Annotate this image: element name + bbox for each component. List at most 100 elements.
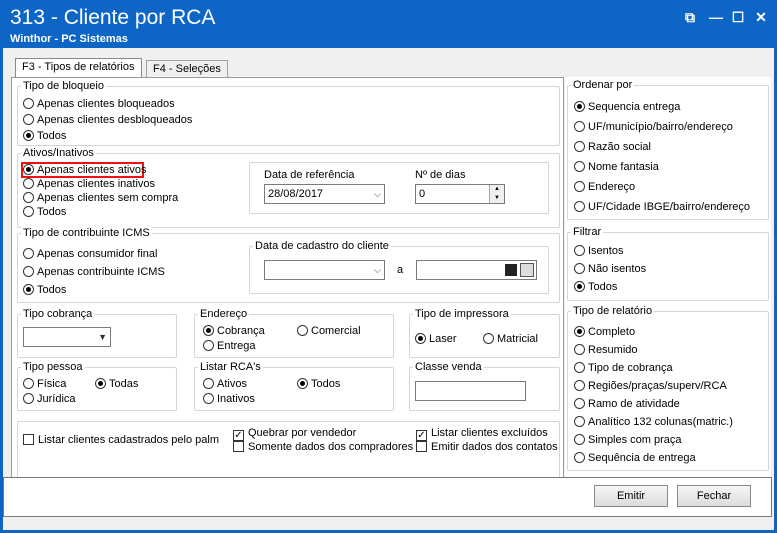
- window-subtitle: Winthor - PC Sistemas: [10, 33, 128, 45]
- group-listar-rcas: Listar RCA's Ativos Todos Inativos: [194, 361, 394, 411]
- restore-icon[interactable]: ⧉: [680, 8, 700, 26]
- radio-rca-inativos[interactable]: Inativos: [203, 393, 255, 406]
- spinner-icon: ▲ ▼: [489, 185, 504, 203]
- classe-venda-input[interactable]: [415, 381, 526, 401]
- right-panel: Ordenar por Sequencia entrega UF/municíp…: [565, 77, 771, 484]
- dropdown-icon: [505, 264, 517, 276]
- radio-bloqueio-todos[interactable]: Todos: [23, 130, 66, 143]
- group-title: Endereço: [198, 308, 250, 320]
- check-quebrar-vendedor[interactable]: ✓ Quebrar por vendedor: [233, 427, 356, 441]
- group-ativos-inativos: Ativos/Inativos Apenas clientes ativos A…: [17, 147, 560, 228]
- num-dias-label: Nº de dias: [415, 169, 466, 181]
- close-button[interactable]: ✕: [751, 8, 771, 26]
- group-filtrar: Filtrar Isentos Não isentos Todos: [567, 226, 769, 301]
- radio-pessoa-todas[interactable]: Todas: [95, 378, 138, 391]
- radio-consumidor-final[interactable]: Apenas consumidor final: [23, 248, 157, 261]
- window-title: 313 - Cliente por RCA: [10, 6, 216, 29]
- radio-rca-todos[interactable]: Todos: [297, 378, 340, 391]
- data-ref-label: Data de referência: [264, 169, 355, 181]
- check-palm[interactable]: Listar clientes cadastrados pelo palm: [23, 434, 219, 447]
- group-tipo-cobranca: Tipo cobrança ▼: [17, 308, 177, 358]
- group-icms: Tipo de contribuinte ICMS Apenas consumi…: [17, 227, 560, 303]
- radio-fisica[interactable]: Física: [23, 378, 66, 391]
- group-title: Data de cadastro do cliente: [253, 240, 391, 252]
- radio-analitico[interactable]: Analítico 132 colunas(matric.): [574, 416, 733, 429]
- radio-icms-todos[interactable]: Todos: [23, 284, 66, 297]
- group-classe-venda: Classe venda: [409, 361, 560, 411]
- chevron-down-icon: ⌵: [374, 189, 381, 199]
- check-dados-compradores[interactable]: Somente dados dos compradores: [233, 441, 413, 454]
- group-datas: Data de referência 28/08/2017 ⌵ Nº de dia…: [249, 162, 549, 214]
- radio-rca-ativos[interactable]: Ativos: [203, 378, 247, 391]
- tab-panel: Tipo de bloqueio Apenas clientes bloquea…: [11, 77, 564, 484]
- radio-nao-isentos[interactable]: Não isentos: [574, 263, 646, 276]
- radio-seq-entrega[interactable]: Sequencia entrega: [574, 101, 680, 114]
- data-ref-field[interactable]: 28/08/2017 ⌵: [264, 184, 385, 204]
- group-title: Listar RCA's: [198, 361, 263, 373]
- radio-juridica[interactable]: Jurídica: [23, 393, 76, 406]
- radio-uf-municipio[interactable]: UF/município/bairro/endereço: [574, 121, 733, 134]
- minimize-button[interactable]: —: [706, 8, 726, 26]
- radio-simples-praca[interactable]: Simples com praça: [574, 434, 682, 447]
- check-contatos[interactable]: Emitir dados dos contatos: [416, 441, 558, 454]
- radio-isentos[interactable]: Isentos: [574, 245, 623, 258]
- group-title: Classe venda: [413, 361, 484, 373]
- emitir-button[interactable]: Emitir: [594, 485, 668, 507]
- radio-resumido[interactable]: Resumido: [574, 344, 638, 357]
- cobranca-select[interactable]: ▼: [23, 327, 111, 347]
- radio-entrega[interactable]: Entrega: [203, 340, 256, 353]
- radio-cobranca[interactable]: Cobrança: [203, 325, 265, 338]
- radio-sequencia-entrega[interactable]: Sequência de entrega: [574, 452, 696, 465]
- radio-comercial[interactable]: Comercial: [297, 325, 361, 338]
- radio-sem-compra[interactable]: Apenas clientes sem compra: [23, 192, 178, 205]
- calendar-icon: [520, 263, 534, 277]
- radio-endereco-ord[interactable]: Endereço: [574, 181, 635, 194]
- group-tipo-relatorio: Tipo de relatório Completo Resumido Tipo…: [567, 305, 769, 471]
- data-cad-inicio[interactable]: ⌵: [264, 260, 385, 280]
- maximize-button[interactable]: ☐: [728, 8, 748, 26]
- group-title: Tipo de relatório: [571, 305, 655, 317]
- group-ordenar: Ordenar por Sequencia entrega UF/municíp…: [567, 79, 769, 220]
- radio-razao-social[interactable]: Razão social: [574, 141, 651, 154]
- group-title: Ordenar por: [571, 79, 635, 91]
- tab-tipos-relatorios[interactable]: F3 - Tipos de relatórios: [15, 58, 142, 78]
- group-title: Ativos/Inativos: [21, 147, 96, 159]
- radio-contribuinte[interactable]: Apenas contribuinte ICMS: [23, 266, 165, 279]
- group-endereco: Endereço Cobrança Comercial Entrega: [194, 308, 394, 358]
- client-area: F3 - Tipos de relatórios F4 - Seleções T…: [3, 48, 774, 530]
- chevron-down-icon: ⌵: [374, 265, 381, 275]
- radio-ativos-todos[interactable]: Todos: [23, 206, 66, 219]
- radio-uf-ibge[interactable]: UF/Cidade IBGE/bairro/endereço: [574, 201, 750, 214]
- group-title: Tipo de impressora: [413, 308, 511, 320]
- radio-filtrar-todos[interactable]: Todos: [574, 281, 617, 294]
- radio-laser[interactable]: Laser: [415, 333, 457, 346]
- check-excluidos[interactable]: ✓ Listar clientes excluídos: [416, 427, 548, 441]
- num-dias-field[interactable]: 0 ▲ ▼: [415, 184, 505, 204]
- group-title: Filtrar: [571, 226, 604, 238]
- radio-desbloqueados[interactable]: Apenas clientes desbloqueados: [23, 114, 192, 127]
- radio-bloqueados[interactable]: Apenas clientes bloqueados: [23, 98, 175, 111]
- fechar-button[interactable]: Fechar: [677, 485, 751, 507]
- radio-inativos[interactable]: Apenas clientes inativos: [23, 178, 155, 191]
- group-title: Tipo de bloqueio: [21, 80, 106, 92]
- group-title: Tipo cobrança: [21, 308, 95, 320]
- radio-tipo-cobranca[interactable]: Tipo de cobrança: [574, 362, 673, 375]
- radio-ativos[interactable]: Apenas clientes ativos: [23, 164, 146, 177]
- range-separator: a: [397, 264, 404, 276]
- group-impressora: Tipo de impressora Laser Matricial: [409, 308, 560, 358]
- footer-bar: Emitir Fechar: [3, 477, 772, 517]
- chevron-down-icon: ▼: [98, 332, 107, 342]
- group-tipo-bloqueio: Tipo de bloqueio Apenas clientes bloquea…: [17, 80, 560, 146]
- group-title: Tipo de contribuinte ICMS: [21, 227, 152, 239]
- app-window: 313 - Cliente por RCA Winthor - PC Siste…: [0, 0, 777, 533]
- data-cad-fim[interactable]: [416, 260, 537, 280]
- tab-selecoes[interactable]: F4 - Seleções: [146, 60, 228, 78]
- group-title: Tipo pessoa: [21, 361, 85, 373]
- radio-ramo[interactable]: Ramo de atividade: [574, 398, 680, 411]
- radio-regioes[interactable]: Regiões/praças/superv/RCA: [574, 380, 727, 393]
- radio-nome-fantasia[interactable]: Nome fantasia: [574, 161, 659, 174]
- radio-matricial[interactable]: Matricial: [483, 333, 538, 346]
- group-checkboxes: Listar clientes cadastrados pelo palm ✓ Q…: [17, 421, 560, 480]
- group-tipo-pessoa: Tipo pessoa Física Todas Jurídica: [17, 361, 177, 411]
- radio-completo[interactable]: Completo: [574, 326, 635, 339]
